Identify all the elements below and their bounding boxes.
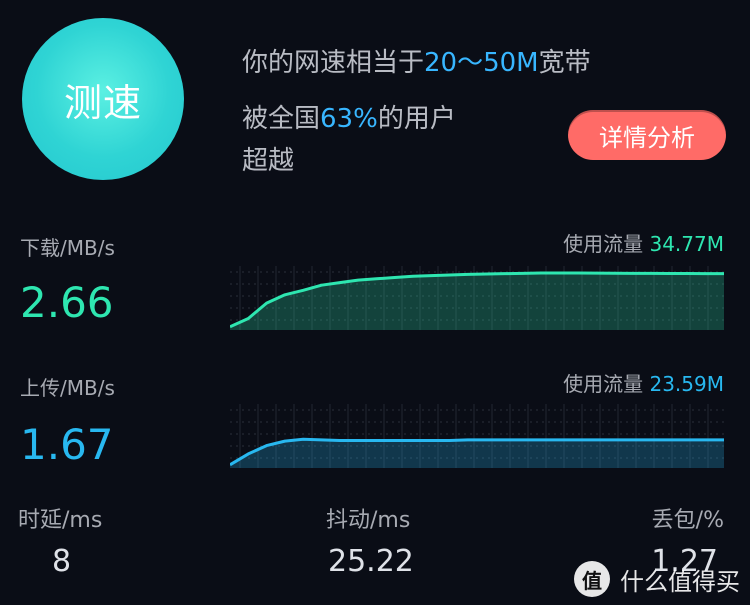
detail-analysis-label: 详情分析 bbox=[599, 123, 695, 152]
latency-label: 时延/ms bbox=[18, 508, 103, 533]
download-chart-area bbox=[230, 273, 724, 330]
rank-prefix: 被全国 bbox=[242, 104, 321, 134]
upload-chart bbox=[230, 404, 724, 468]
download-chart bbox=[230, 266, 724, 330]
upload-chart-svg bbox=[230, 404, 724, 468]
jitter-label: 抖动/ms bbox=[326, 508, 411, 533]
upload-traffic: 使用流量 23.59M bbox=[563, 368, 724, 397]
speed-test-label: 测速 bbox=[63, 80, 142, 125]
detail-analysis-button[interactable]: 详情分析 bbox=[568, 110, 726, 160]
watermark: 值 什么值得买 bbox=[574, 561, 740, 597]
packet-loss-label: 丢包/% bbox=[651, 508, 724, 533]
download-label: 下载/MB/s bbox=[20, 236, 115, 260]
rank-suffix: 的用户 bbox=[377, 104, 456, 134]
watermark-text: 什么值得买 bbox=[620, 567, 740, 596]
speed-test-button[interactable]: 测速 bbox=[22, 18, 184, 180]
upload-traffic-label: 使用流量 bbox=[563, 372, 644, 396]
download-traffic-label: 使用流量 bbox=[563, 232, 644, 256]
rank-text: 被全国63%的用户 bbox=[242, 98, 456, 135]
upload-traffic-value: 23.59M bbox=[649, 372, 724, 396]
latency-value: 8 bbox=[52, 544, 72, 579]
upload-value: 1.67 bbox=[20, 420, 114, 469]
upload-label: 上传/MB/s bbox=[20, 376, 115, 400]
watermark-logo-icon: 值 bbox=[574, 561, 610, 597]
download-value: 2.66 bbox=[20, 278, 114, 327]
download-traffic-value: 34.77M bbox=[649, 232, 724, 256]
rank-percentage: 63% bbox=[320, 104, 378, 134]
speed-equivalent-prefix: 你的网速相当于 bbox=[242, 48, 425, 78]
download-chart-svg bbox=[230, 266, 724, 330]
speed-equivalent-range: 20～50M bbox=[424, 48, 539, 78]
rank-text-line2: 超越 bbox=[242, 146, 295, 176]
upload-chart-area bbox=[230, 439, 724, 468]
download-traffic: 使用流量 34.77M bbox=[563, 228, 724, 257]
speed-equivalent-suffix: 宽带 bbox=[538, 48, 591, 78]
speed-equivalent-text: 你的网速相当于20～50M宽带 bbox=[242, 42, 591, 79]
jitter-value: 25.22 bbox=[328, 544, 414, 579]
